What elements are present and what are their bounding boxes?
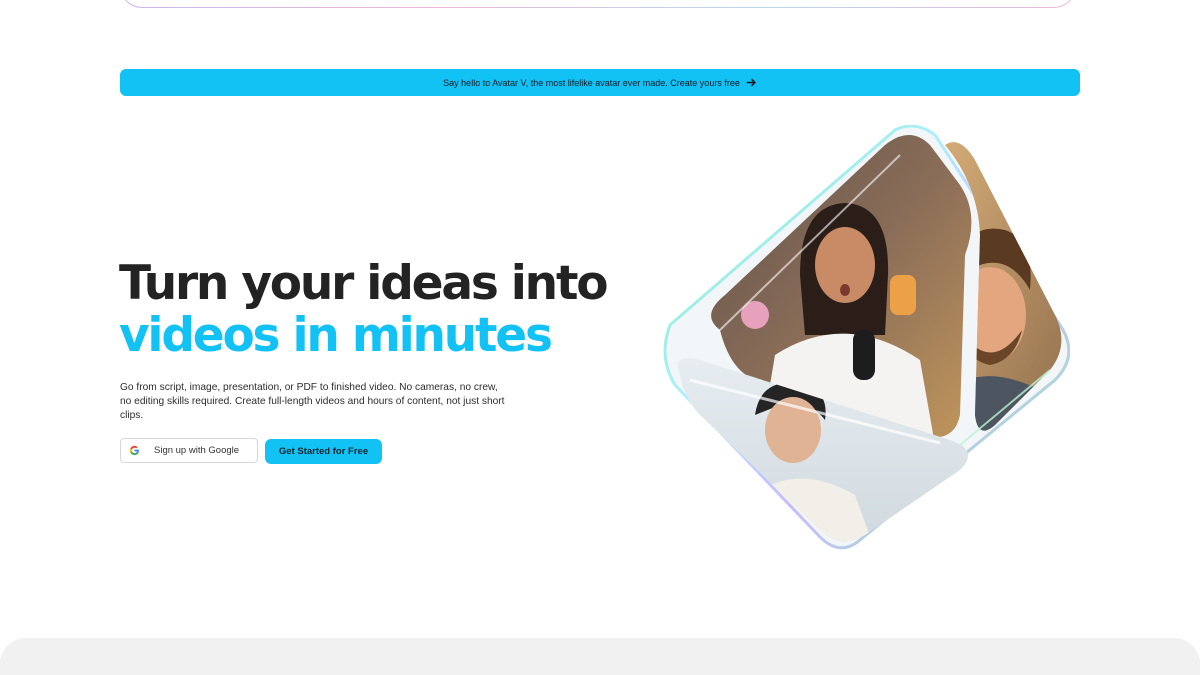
google-signup-label: Sign up with Google [154, 445, 240, 456]
next-section-panel [0, 638, 1200, 675]
arrow-right-icon [746, 78, 756, 87]
hero-title-line2: videos in minutes [119, 308, 553, 363]
hero-avatar-cube-image [663, 125, 1070, 550]
get-started-button[interactable]: Get Started for Free [265, 439, 382, 464]
google-icon [129, 445, 139, 456]
get-started-label: Get Started for Free [278, 446, 369, 457]
hero-title-line1: Turn your ideas into [119, 256, 609, 311]
previous-section-outline [120, 0, 1076, 8]
announcement-banner[interactable]: Say hello to Avatar V, the most lifelike… [120, 69, 1080, 96]
hero-description: Go from script, image, presentation, or … [120, 382, 505, 421]
hero-title: Turn your ideas into videos in minutes [119, 256, 609, 363]
announcement-text: Say hello to Avatar V, the most lifelike… [443, 77, 740, 88]
google-signup-button[interactable]: Sign up with Google [120, 438, 258, 463]
